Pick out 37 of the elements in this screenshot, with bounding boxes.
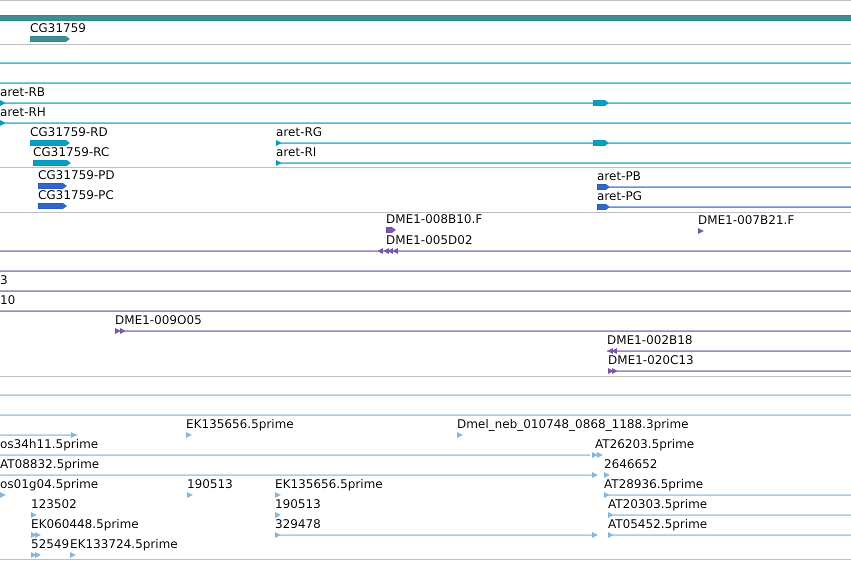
feature-label: 10 — [0, 294, 16, 307]
feature-label: 190513 — [275, 498, 321, 511]
feature-label: AT05452.5prime — [608, 518, 708, 531]
feature-label: 190513 — [187, 478, 233, 491]
feature-label: DME1-005D02 — [386, 234, 473, 247]
feature-label: aret-RG — [276, 126, 322, 139]
feature-label: 123502 — [31, 498, 77, 511]
feature-label: EK135656.5prime — [275, 478, 383, 491]
feature-label: CG31759-RD — [30, 126, 108, 139]
feature-label: DME1-008B10.F — [386, 213, 482, 226]
feature-label: aret-RH — [0, 106, 46, 119]
feature-label: 2646652 — [604, 458, 658, 471]
feature-label: aret-RI — [276, 146, 316, 159]
feature-label: EK135656.5prime — [186, 418, 294, 431]
feature-label: AT26203.5prime — [595, 438, 694, 451]
feature-label: CG31759-PD — [38, 169, 115, 182]
feature-label: 52549 — [31, 538, 70, 551]
feature-label: aret-PG — [597, 190, 642, 203]
feature-label: os34h11.5prime — [0, 438, 98, 451]
feature-label: aret-RB — [0, 86, 46, 99]
feature-label: 3 — [0, 274, 8, 287]
feature-label: EK133724.5prime — [70, 538, 178, 551]
feature-label: CG31759 — [30, 22, 86, 35]
feature-label: DME1-020C13 — [608, 354, 694, 367]
feature-label: EK060448.5prime — [31, 518, 139, 531]
feature-label: Dmel_neb_010748_0868_1188.3prime — [457, 418, 689, 431]
feature-label: 329478 — [275, 518, 321, 531]
feature-label: CG31759-RC — [33, 146, 110, 159]
feature-label: aret-PB — [597, 170, 641, 183]
feature-label: DME1-002B18 — [607, 334, 693, 347]
feature-label: AT08832.5prime — [0, 458, 100, 471]
feature-label: CG31759-PC — [38, 189, 114, 202]
feature-label: AT20303.5prime — [608, 498, 708, 511]
feature-label: os01g04.5prime — [0, 478, 98, 491]
feature-label: DME1-007B21.F — [698, 214, 794, 227]
feature-label: AT28936.5prime — [604, 478, 704, 491]
feature-label: DME1-009O05 — [115, 314, 202, 327]
